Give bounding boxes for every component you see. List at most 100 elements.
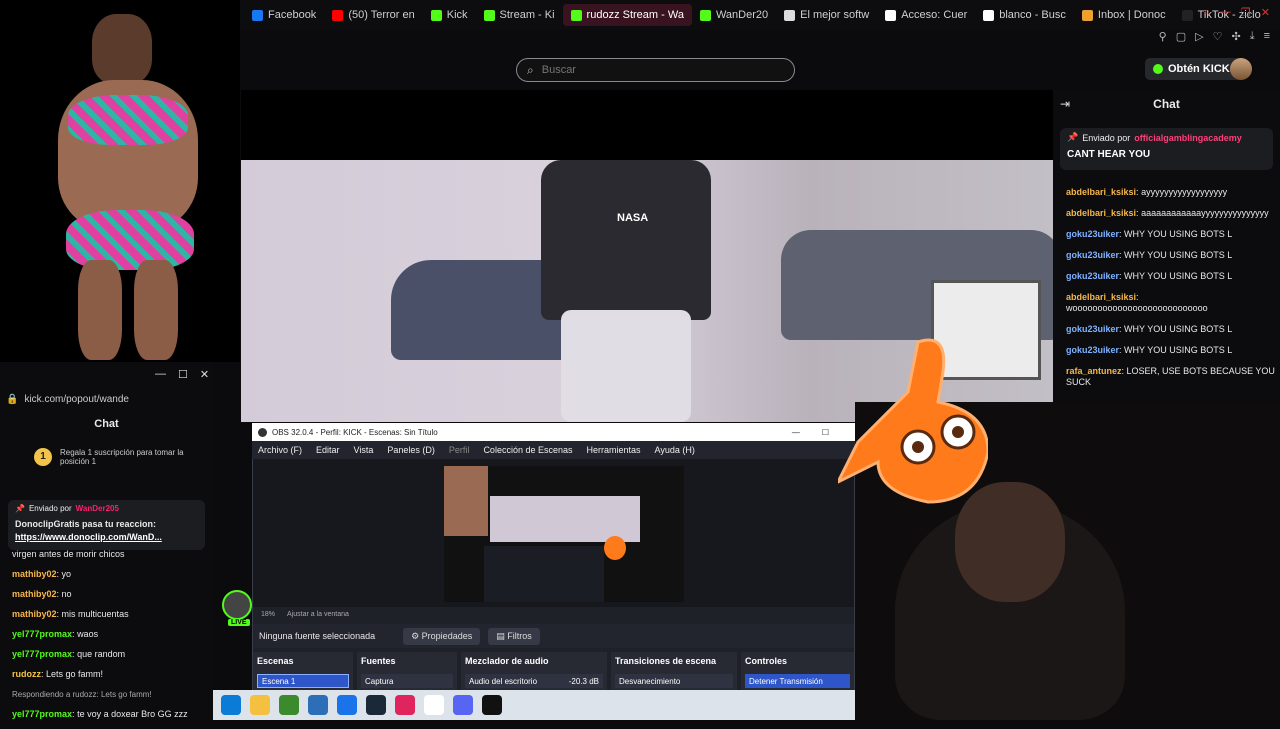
chat-text: Respondiendo a rudozz: Lets go famm! bbox=[12, 690, 152, 699]
pinned-user[interactable]: WanDer205 bbox=[76, 504, 119, 513]
obs-menu-item[interactable]: Editar bbox=[316, 445, 340, 455]
steam-icon[interactable] bbox=[366, 695, 386, 715]
minecraft-icon[interactable] bbox=[279, 695, 299, 715]
discord-icon[interactable] bbox=[453, 695, 473, 715]
source-item[interactable]: Captura bbox=[361, 674, 453, 688]
app-icon[interactable] bbox=[482, 695, 502, 715]
chat-username[interactable]: goku23uiker bbox=[1066, 345, 1119, 355]
download-icon[interactable]: ⤓ bbox=[1250, 30, 1255, 43]
stop-stream-button[interactable]: Detener Transmisión bbox=[745, 674, 850, 688]
sub-gift-banner[interactable]: 1 Regala 1 suscripción para tomar la pos… bbox=[34, 448, 204, 466]
chat-username[interactable]: yel777promax bbox=[12, 649, 72, 659]
maximize-icon[interactable]: ❐ bbox=[1241, 6, 1251, 19]
transitions-title: Transiciones de escena bbox=[615, 656, 717, 666]
obs-icon[interactable] bbox=[424, 695, 444, 715]
fit-window-label[interactable]: Ajustar a la ventana bbox=[287, 611, 349, 618]
calculator-icon[interactable] bbox=[308, 695, 328, 715]
bookmark-6[interactable]: El mejor softw bbox=[776, 4, 877, 26]
obs-menu-item[interactable]: Archivo (F) bbox=[258, 445, 302, 455]
chat-text: que random bbox=[77, 649, 126, 659]
mail-icon[interactable] bbox=[337, 695, 357, 715]
search-icon[interactable]: ⌕ bbox=[1204, 6, 1210, 19]
mixer-level: -20.3 dB bbox=[568, 676, 599, 686]
user-avatar[interactable] bbox=[1230, 58, 1252, 80]
bookmark-5[interactable]: WanDer20 bbox=[692, 4, 776, 26]
obs-menu-item[interactable]: Herramientas bbox=[587, 445, 641, 455]
zoom-level[interactable]: 18% bbox=[261, 611, 275, 618]
obs-menu-item[interactable]: Paneles (D) bbox=[387, 445, 435, 455]
pin-icon[interactable]: ⚲ bbox=[1159, 30, 1167, 43]
chat-username[interactable]: abdelbari_ksiksi bbox=[1066, 292, 1136, 302]
edge-icon[interactable] bbox=[221, 695, 241, 715]
chat-username[interactable]: rudozz bbox=[12, 669, 41, 679]
live-avatar[interactable] bbox=[222, 590, 252, 620]
play-icon[interactable]: ▷ bbox=[1195, 30, 1203, 43]
chat-text: waos bbox=[77, 629, 99, 639]
folder-icon[interactable] bbox=[250, 695, 270, 715]
pinned-user[interactable]: officialgamblingacademy bbox=[1134, 133, 1242, 143]
bookmark-9[interactable]: Inbox | Donoc bbox=[1074, 4, 1174, 26]
bookmark-8[interactable]: blanco - Busc bbox=[975, 4, 1074, 26]
chat-username[interactable]: goku23uiker bbox=[1066, 271, 1119, 281]
obs-menu-item[interactable]: Colección de Escenas bbox=[483, 445, 572, 455]
popout-address-bar[interactable]: 🔒 kick.com/popout/wande bbox=[6, 392, 211, 406]
scene-item[interactable]: Escena 1 bbox=[257, 674, 349, 688]
close-icon[interactable]: ✕ bbox=[200, 368, 209, 381]
tiktok-icon[interactable] bbox=[395, 695, 415, 715]
menu-icon[interactable]: ≡ bbox=[1264, 30, 1270, 43]
bookmark-0[interactable]: Facebook bbox=[244, 4, 324, 26]
obs-menu-item[interactable]: Ayuda (H) bbox=[655, 445, 695, 455]
minimize-icon[interactable]: — bbox=[792, 428, 800, 437]
chat-username[interactable]: mathiby02 bbox=[12, 569, 57, 579]
search-bar[interactable]: ⌕ bbox=[516, 58, 795, 82]
minimize-icon[interactable]: — bbox=[155, 368, 166, 381]
maximize-icon[interactable]: ☐ bbox=[178, 368, 188, 381]
minimize-icon[interactable]: — bbox=[1220, 6, 1231, 19]
extension-icon[interactable]: ✣ bbox=[1231, 30, 1240, 43]
bookmark-4[interactable]: rudozz Stream - Wa bbox=[562, 4, 692, 26]
kicks-icon bbox=[1153, 64, 1163, 74]
chat-username[interactable]: abdelbari_ksiksi bbox=[1066, 208, 1136, 218]
bookmark-label: WanDer20 bbox=[715, 9, 769, 21]
chat-username[interactable]: yel777promax bbox=[12, 709, 72, 719]
close-icon[interactable]: ✕ bbox=[1261, 6, 1270, 19]
filters-button[interactable]: ▤ Filtros bbox=[488, 627, 540, 645]
bikini-top bbox=[68, 95, 188, 145]
pinned-link[interactable]: https://www.donoclip.com/WanD... bbox=[15, 531, 198, 544]
obs-preview-canvas[interactable] bbox=[444, 466, 684, 602]
chat-username[interactable]: mathiby02 bbox=[12, 609, 57, 619]
properties-button[interactable]: ⚙ Propiedades bbox=[403, 627, 481, 645]
bookmark-label: Acceso: Cuer bbox=[901, 9, 968, 21]
chat-text: ayyyyyyyyyyyyyyyyyy bbox=[1141, 187, 1228, 197]
chat-message: goku23uiker: WHY YOU USING BOTS L bbox=[1066, 271, 1276, 282]
popout-pinned-body: DonoclipGratis pasa tu reaccion: https:/… bbox=[15, 518, 198, 544]
bookmark-7[interactable]: Acceso: Cuer bbox=[877, 4, 975, 26]
pinned-message[interactable]: 📌 Enviado por officialgamblingacademy CA… bbox=[1060, 128, 1273, 170]
bookmark-2[interactable]: Kick bbox=[423, 4, 476, 26]
maximize-icon[interactable]: ☐ bbox=[822, 428, 829, 437]
bookmark-3[interactable]: Stream - Ki bbox=[476, 4, 563, 26]
obs-menu-bar: Archivo (F) Editar Vista Paneles (D) Perfil C… bbox=[252, 441, 855, 459]
pinned-header: 📌 Enviado por officialgamblingacademy bbox=[1067, 132, 1266, 143]
person-hoodie bbox=[541, 160, 711, 320]
search-input[interactable] bbox=[541, 64, 762, 76]
pinned-line: DonoclipGratis pasa tu reaccion: bbox=[15, 519, 157, 529]
chat-username[interactable]: goku23uiker bbox=[1066, 229, 1119, 239]
mixer-item[interactable]: Audio del escritorio -20.3 dB bbox=[465, 674, 603, 688]
popout-pinned-message[interactable]: 📌 Enviado por WanDer205 DonoclipGratis p… bbox=[8, 500, 205, 550]
tab-icon[interactable]: ▢ bbox=[1176, 30, 1186, 43]
search-icon: ⌕ bbox=[527, 62, 534, 77]
preview-video bbox=[490, 496, 640, 542]
chat-username[interactable]: goku23uiker bbox=[1066, 250, 1119, 260]
chat-username[interactable]: mathiby02 bbox=[12, 589, 57, 599]
obs-menu-item[interactable]: Vista bbox=[354, 445, 374, 455]
transition-select[interactable]: Desvanecimiento bbox=[615, 674, 733, 688]
chat-title: Chat bbox=[1153, 97, 1180, 111]
chat-username[interactable]: abdelbari_ksiksi bbox=[1066, 187, 1136, 197]
obs-menu-item[interactable]: Perfil bbox=[449, 445, 470, 455]
bookmark-1[interactable]: (50) Terror en bbox=[324, 4, 422, 26]
heart-icon[interactable]: ♡ bbox=[1213, 30, 1223, 43]
chat-username[interactable]: yel777promax bbox=[12, 629, 72, 639]
chat-username[interactable]: goku23uiker bbox=[1066, 324, 1119, 334]
chat-username[interactable]: rafa_antunez bbox=[1066, 366, 1122, 376]
